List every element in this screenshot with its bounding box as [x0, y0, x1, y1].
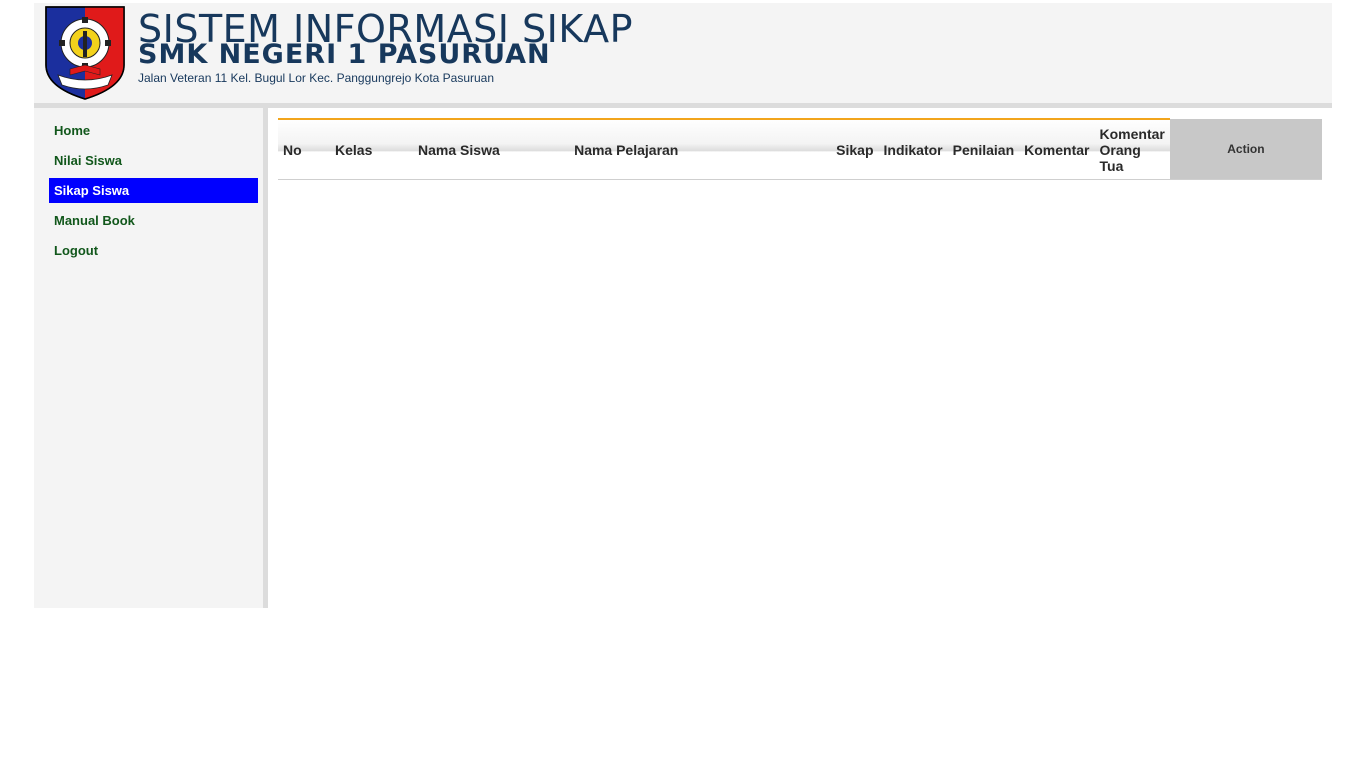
- column-header-penilaian: Penilaian: [947, 118, 1020, 180]
- column-header-nama-siswa: Nama Siswa: [413, 118, 570, 180]
- column-header-sikap: Sikap: [831, 118, 879, 180]
- sidebar-item-manual-book[interactable]: Manual Book: [49, 208, 258, 233]
- school-name: SMK NEGERI 1 PASURUAN: [138, 39, 551, 70]
- sidebar-item-home[interactable]: Home: [49, 118, 258, 143]
- sikap-table: No Kelas Nama Siswa Nama Pelajaran Sikap…: [278, 118, 1322, 180]
- school-logo: [44, 5, 126, 101]
- sidebar-item-sikap-siswa[interactable]: Sikap Siswa: [49, 178, 258, 203]
- sidebar-item-nilai-siswa[interactable]: Nilai Siswa: [49, 148, 258, 173]
- column-header-nama-pelajaran: Nama Pelajaran: [569, 118, 832, 180]
- column-header-action: Action: [1169, 119, 1322, 180]
- sidebar-nav: Home Nilai Siswa Sikap Siswa Manual Book…: [49, 118, 258, 268]
- page-header: SISTEM INFORMASI SIKAP SMK NEGERI 1 PASU…: [34, 3, 1332, 108]
- table-header-row: No Kelas Nama Siswa Nama Pelajaran Sikap…: [278, 118, 1322, 180]
- main-content: No Kelas Nama Siswa Nama Pelajaran Sikap…: [268, 108, 1332, 608]
- sidebar: Home Nilai Siswa Sikap Siswa Manual Book…: [34, 108, 268, 608]
- sidebar-item-logout[interactable]: Logout: [49, 238, 258, 263]
- column-header-komentar-orang-tua: Komentar Orang Tua: [1094, 118, 1170, 180]
- column-header-komentar: Komentar: [1019, 118, 1095, 180]
- school-address: Jalan Veteran 11 Kel. Bugul Lor Kec. Pan…: [138, 71, 495, 85]
- column-header-no: No: [278, 118, 331, 180]
- column-header-indikator: Indikator: [878, 118, 948, 180]
- column-header-kelas: Kelas: [330, 118, 414, 180]
- school-logo-emblem: [45, 6, 125, 100]
